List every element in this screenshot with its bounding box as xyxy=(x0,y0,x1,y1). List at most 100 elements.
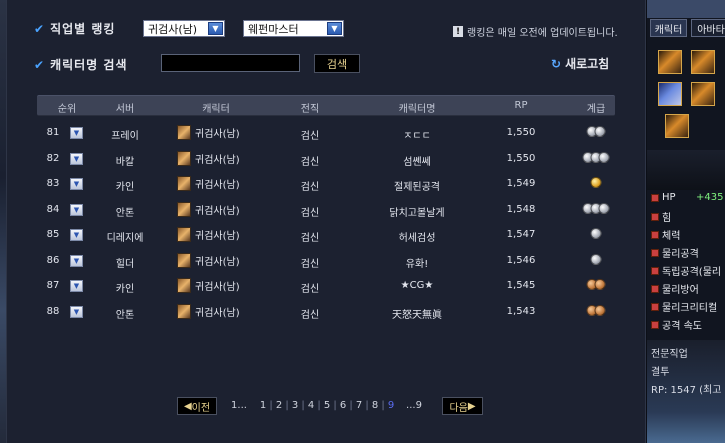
tab-character[interactable]: 캐릭터 xyxy=(650,19,687,37)
next-page-button[interactable]: 다음 ▶ xyxy=(442,397,483,415)
chevron-down-icon[interactable]: ▼ xyxy=(70,203,83,216)
rp-cell: 1,545 xyxy=(506,280,536,291)
stat-attack-speed: 공격 속도 xyxy=(651,317,702,332)
character-class: 귀검사(남) xyxy=(195,205,240,217)
chevron-down-icon[interactable]: ▼ xyxy=(70,305,83,318)
job-select-value: 웨펀마스터 xyxy=(248,22,299,36)
tab-avatar[interactable]: 아바타 xyxy=(691,19,725,37)
page-4[interactable]: 4 xyxy=(308,400,314,411)
name-cell[interactable]: 天怒天無眞 xyxy=(392,306,442,321)
character-portrait-icon xyxy=(177,278,191,293)
hp-stat: HP xyxy=(651,192,676,203)
stat-label: 공격 속도 xyxy=(662,321,702,332)
character-cell: 귀검사(남) xyxy=(177,201,240,217)
rank-cell: 85 xyxy=(46,229,60,240)
chevron-down-icon[interactable]: ▼ xyxy=(70,127,83,139)
server-cell: 디레지에 xyxy=(106,233,144,244)
rank-cell: 87 xyxy=(46,280,60,291)
col-rp: RP xyxy=(514,100,528,111)
rp-cell: 1,549 xyxy=(506,178,536,189)
strength-icon xyxy=(651,212,659,221)
page-2[interactable]: 2 xyxy=(276,400,282,411)
class-select[interactable]: 귀검사(남) ▼ xyxy=(143,20,225,37)
server-cell: 힐더 xyxy=(115,258,135,270)
equipment-slot-icon[interactable] xyxy=(691,82,715,106)
name-cell[interactable]: 유화! xyxy=(406,255,428,270)
rank-cell: 84 xyxy=(46,203,60,215)
equipment-slot-icon[interactable] xyxy=(665,114,689,138)
rp-cell: 1,546 xyxy=(506,254,536,266)
page-6[interactable]: 6 xyxy=(340,400,346,411)
silver-medal-icon xyxy=(590,228,602,239)
side-divider xyxy=(647,150,725,190)
character-class: 귀검사(남) xyxy=(195,180,240,191)
table-row: 83 ▼ 카인 귀검사(남) 검신 절제된공격 1,549 xyxy=(37,173,615,197)
chevron-down-icon[interactable]: ▼ xyxy=(70,254,83,267)
page-9-current[interactable]: 9 xyxy=(388,400,394,411)
character-portrait-icon xyxy=(177,201,191,217)
character-class: 귀검사(남) xyxy=(195,282,240,293)
table-row: 85 ▼ 디레지에 귀검사(남) 검신 허세검성 1,547 xyxy=(37,224,615,248)
character-cell: 귀검사(남) xyxy=(177,176,240,191)
grade-cell xyxy=(590,228,602,239)
profession-label: 전문직업 xyxy=(651,349,688,360)
page-5[interactable]: 5 xyxy=(324,400,330,411)
prev-page-button[interactable]: ◀ 이전 xyxy=(177,397,217,415)
name-cell[interactable]: ㅈㄷㄷ xyxy=(403,127,431,142)
chevron-down-icon[interactable]: ▼ xyxy=(327,22,342,35)
name-cell[interactable]: 닭치고볼날게 xyxy=(389,204,444,219)
grade-cell xyxy=(582,202,610,214)
name-cell[interactable]: 섬쏀쎄 xyxy=(403,153,431,168)
speed-icon xyxy=(651,320,659,329)
silver-medal-icon xyxy=(590,253,602,265)
rank-cell: 81 xyxy=(46,127,60,138)
job-cell: 검신 xyxy=(300,182,320,193)
col-grade: 계급 xyxy=(586,104,606,115)
check-icon: ✔ xyxy=(34,57,45,72)
stat-vitality: 체력 xyxy=(651,227,680,242)
table-row: 81 ▼ 프레이 귀검사(남) 검신 ㅈㄷㄷ 1,550 xyxy=(37,122,615,146)
prev-label: 이전 xyxy=(191,402,211,414)
col-rank: 순위 xyxy=(57,104,77,115)
refresh-button[interactable]: ↻ 새로고침 xyxy=(551,55,609,72)
search-input[interactable] xyxy=(161,54,300,72)
page-3[interactable]: 3 xyxy=(292,400,298,411)
job-cell: 검신 xyxy=(300,156,320,168)
chevron-down-icon[interactable]: ▼ xyxy=(70,178,83,190)
silver-medal-icon xyxy=(598,151,610,163)
update-notice: ! 랭킹은 매일 오전에 업데이트됩니다. xyxy=(453,24,618,39)
name-cell[interactable]: 절제된공격 xyxy=(394,178,440,193)
equipment-slot-icon[interactable] xyxy=(658,82,682,106)
chevron-down-icon[interactable]: ▼ xyxy=(70,152,83,165)
chevron-down-icon[interactable]: ▼ xyxy=(70,280,83,292)
name-cell[interactable]: 허세검성 xyxy=(399,229,436,244)
rp-cell: 1,550 xyxy=(506,127,536,138)
page-7[interactable]: 7 xyxy=(356,400,362,411)
job-select[interactable]: 웨펀마스터 ▼ xyxy=(243,20,344,37)
col-character: 캐릭터 xyxy=(202,104,230,115)
pagination: ◀ 이전 1... 1 | 2 | 3 | 4 | 5 | 6 | 7 | 8 |… xyxy=(177,397,487,415)
equipment-slot-icon[interactable] xyxy=(658,50,682,74)
chevron-down-icon[interactable]: ▼ xyxy=(70,229,83,241)
search-button[interactable]: 검색 xyxy=(314,54,360,73)
page-first[interactable]: 1... xyxy=(231,400,247,411)
character-cell: 귀검사(남) xyxy=(177,125,240,140)
page-8[interactable]: 8 xyxy=(372,400,378,411)
stat-independent-attack: 독립공격(물리 xyxy=(651,263,721,278)
server-cell: 카인 xyxy=(115,182,135,193)
name-cell[interactable]: ★CG★ xyxy=(401,280,434,291)
chevron-down-icon[interactable]: ▼ xyxy=(208,22,223,35)
page-1[interactable]: 1 xyxy=(260,400,266,411)
page-last[interactable]: ...9 xyxy=(406,400,422,411)
character-class: 귀검사(남) xyxy=(195,129,240,140)
bronze-medal-icon xyxy=(594,304,606,316)
rp-summary: RP: 1547 (최고 xyxy=(651,385,722,396)
name-search-filter: ✔ 캐릭터명 검색 xyxy=(34,56,127,73)
equipment-slot-icon[interactable] xyxy=(691,50,715,74)
stat-label: 물리공격 xyxy=(662,249,699,260)
name-search-label: 캐릭터명 검색 xyxy=(50,58,128,72)
character-portrait-icon xyxy=(177,176,191,191)
character-cell: 귀검사(남) xyxy=(177,252,240,268)
refresh-label: 새로고침 xyxy=(565,57,610,71)
rank-cell: 83 xyxy=(46,178,60,189)
